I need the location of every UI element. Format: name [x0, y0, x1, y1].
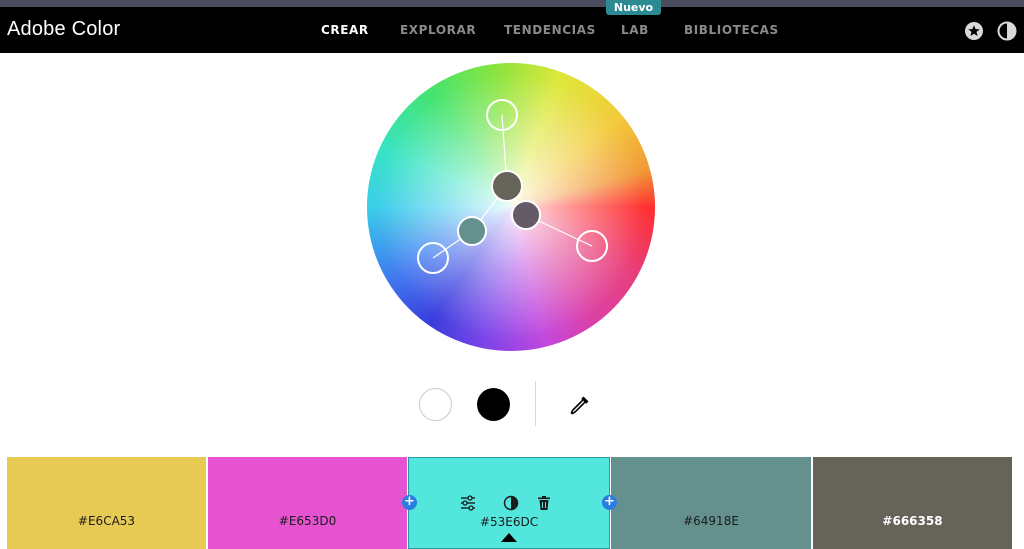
nav-bibliotecas[interactable]: BIBLIOTECAS	[684, 23, 779, 37]
swatch-5[interactable]: #666358	[813, 457, 1012, 549]
contrast-icon[interactable]	[502, 494, 520, 512]
nav-tendencias[interactable]: TENDENCIAS	[504, 23, 596, 37]
swatch-4[interactable]: #64918E	[611, 457, 811, 549]
color-wheel[interactable]	[367, 63, 655, 351]
handle-base[interactable]	[491, 170, 523, 202]
top-nav-bar: Adobe Color CREAR EXPLORAR TENDENCIAS LA…	[0, 7, 1024, 53]
swatch-hex: #E653D0	[278, 514, 337, 528]
add-swatch-right-button[interactable]: +	[602, 495, 617, 510]
swatch-hex: #53E6DC	[479, 515, 539, 529]
swatch-1[interactable]: #E6CA53	[7, 457, 206, 549]
control-divider	[535, 381, 536, 426]
selected-swatch-caret	[501, 533, 517, 542]
theme-contrast-icon[interactable]	[997, 21, 1017, 41]
nav-crear[interactable]: CREAR	[321, 23, 369, 37]
add-swatch-left-button[interactable]: +	[402, 495, 417, 510]
handle-magenta[interactable]	[576, 230, 608, 262]
swatch-hex: #666358	[882, 514, 943, 528]
adjust-icon[interactable]	[459, 494, 477, 512]
handle-teal[interactable]	[457, 216, 487, 246]
nuevo-badge: Nuevo	[606, 0, 661, 15]
nav-explorar[interactable]: EXPLORAR	[400, 23, 476, 37]
star-icon[interactable]	[964, 21, 984, 41]
handle-mauve[interactable]	[511, 200, 541, 230]
window-top-strip	[0, 0, 1024, 7]
swatch-hex: #64918E	[683, 514, 739, 528]
white-color-button[interactable]	[419, 388, 452, 421]
app-title[interactable]: Adobe Color	[7, 18, 120, 41]
handle-yellow[interactable]	[486, 99, 518, 131]
swatch-hex: #E6CA53	[77, 514, 136, 528]
swatch-2[interactable]: #E653D0	[208, 457, 407, 549]
handle-cyan[interactable]	[417, 242, 449, 274]
eyedropper-icon[interactable]	[568, 393, 592, 417]
black-color-button[interactable]	[477, 388, 510, 421]
trash-icon[interactable]	[535, 494, 553, 512]
nav-lab[interactable]: LAB	[621, 23, 649, 37]
